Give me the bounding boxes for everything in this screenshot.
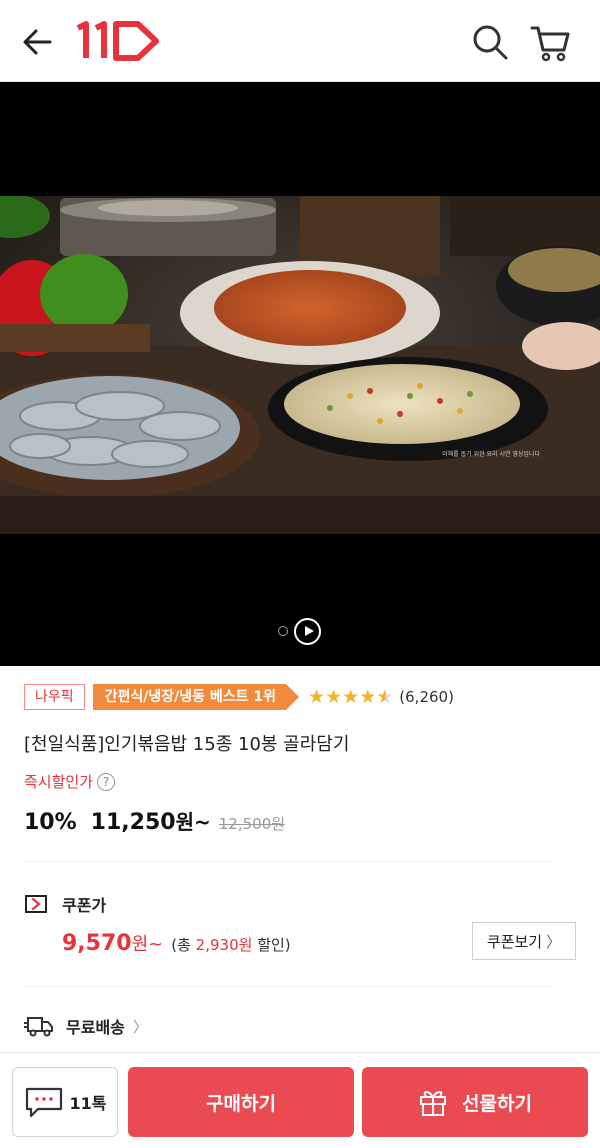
chevron-right-icon: 〉: [546, 932, 562, 951]
top-header: [0, 0, 600, 82]
instant-discount-text: 즉시할인가: [24, 773, 94, 791]
best-rank-badge[interactable]: 간편식/냉장/냉동 베스트 1위: [92, 684, 300, 710]
food-photo: [0, 196, 600, 534]
slide-indicator-dot[interactable]: [278, 626, 288, 636]
play-icon[interactable]: [294, 618, 321, 645]
coupon-title: 쿠폰가: [62, 896, 107, 915]
rating-stars[interactable]: ★ ★ ★ ★ ★ (6,260): [308, 687, 454, 707]
review-count[interactable]: (6,260): [399, 688, 454, 706]
cart-icon[interactable]: [528, 20, 572, 64]
truck-icon: [24, 1017, 53, 1037]
coupon-note-amount: 2,930원: [195, 936, 253, 954]
price-row: 10% 11,250 원~ 12,500원: [24, 806, 285, 835]
back-arrow-icon[interactable]: [18, 22, 58, 62]
divider: [24, 986, 552, 987]
star-icon: ★: [325, 686, 343, 708]
video-caption: 이해를 돕기 위한 요리 시연 영상입니다: [442, 451, 540, 458]
coupon-note-suffix: 할인): [252, 936, 291, 954]
coupon-note-prefix: (총: [171, 936, 196, 954]
half-star-icon: ★: [376, 686, 394, 708]
instant-discount-label: 즉시할인가 ?: [24, 771, 116, 792]
coupon-price-suffix: 원~: [131, 934, 164, 955]
product-title: [천일식품]인기볶음밥 15종 10봉 골라담기: [24, 734, 350, 755]
help-icon[interactable]: ?: [97, 772, 116, 791]
gift-icon: [420, 1091, 447, 1116]
coupon-discount-note: (총 2,930원 할인): [171, 934, 290, 955]
chevron-right-icon: 〉: [132, 1017, 148, 1036]
star-icon: ★: [308, 686, 326, 708]
sale-price-suffix: 원~: [175, 810, 211, 834]
coupon-view-label: 쿠폰보기: [486, 932, 543, 951]
coupon-view-button[interactable]: 쿠폰보기 〉: [472, 922, 576, 960]
coupon-price-row: 9,570 원~ (총 2,930원 할인): [62, 930, 291, 956]
coupon-header: 쿠폰가: [24, 892, 106, 916]
discount-rate: 10%: [24, 810, 77, 835]
chat-bubble-icon: [25, 1087, 62, 1118]
now-pick-badge: 나우픽: [24, 684, 85, 710]
gift-label: 선물하기: [462, 1092, 532, 1115]
coupon-price: 9,570: [62, 931, 132, 956]
coupon-icon: [25, 895, 47, 913]
search-icon[interactable]: [470, 22, 510, 62]
bottom-action-bar: 11톡 구매하기 선물하기: [0, 1052, 600, 1148]
shipping-info[interactable]: 무료배송 〉: [24, 1014, 148, 1038]
gift-button[interactable]: 선물하기: [362, 1067, 588, 1137]
divider: [24, 861, 552, 862]
buy-button[interactable]: 구매하기: [128, 1067, 354, 1137]
free-shipping-label: 무료배송: [66, 1018, 125, 1037]
original-price: 12,500원: [218, 815, 286, 833]
11talk-label: 11톡: [69, 1094, 107, 1113]
star-icon: ★: [359, 686, 377, 708]
11talk-button[interactable]: 11톡: [12, 1067, 118, 1137]
badge-row: 나우픽 간편식/냉장/냉동 베스트 1위 ★ ★ ★ ★ ★ (6,260): [24, 684, 454, 710]
11st-logo[interactable]: [74, 20, 160, 62]
star-icon: ★: [342, 686, 360, 708]
sale-price: 11,250: [90, 810, 176, 835]
